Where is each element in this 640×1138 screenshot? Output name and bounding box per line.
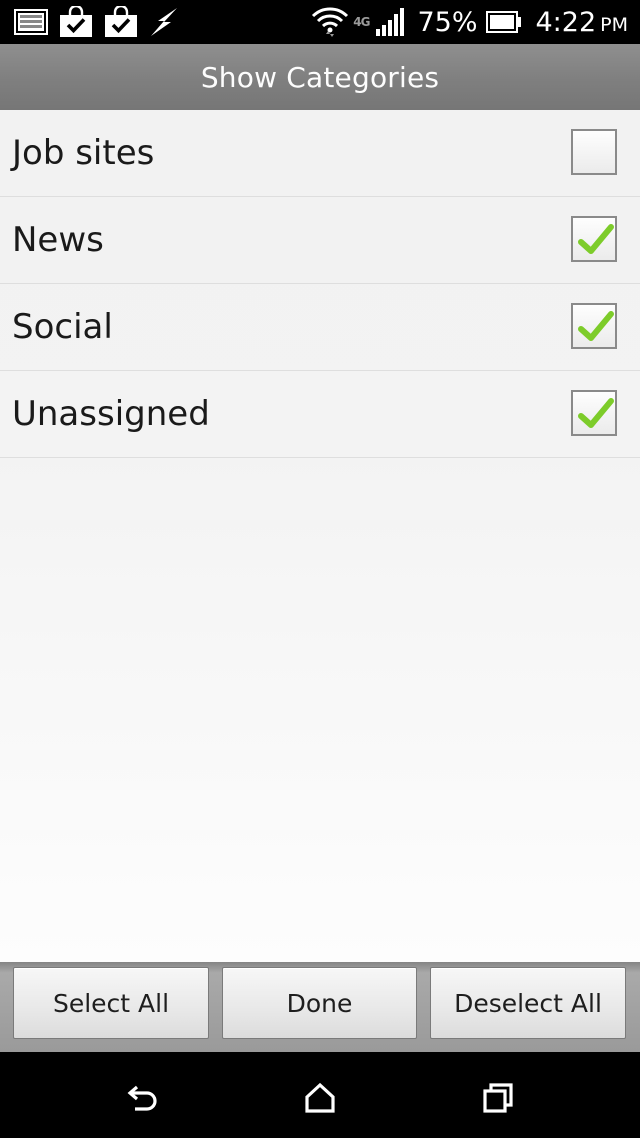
title-bar: Show Categories bbox=[0, 44, 640, 111]
category-label: News bbox=[12, 220, 104, 260]
clock-time: 4:22 bbox=[535, 6, 597, 38]
screen: 4G 75% 4:22 PM Show Categories Job sites… bbox=[0, 0, 640, 1138]
category-label: Social bbox=[12, 307, 113, 347]
checkmark-icon bbox=[578, 398, 614, 428]
battery-icon bbox=[485, 11, 521, 33]
battery-percent: 75% bbox=[417, 6, 478, 38]
wifi-icon bbox=[312, 7, 349, 37]
shopping-bag-check-icon bbox=[60, 6, 92, 37]
status-bar: 4G 75% 4:22 PM bbox=[0, 0, 640, 44]
network-type-label: 4G bbox=[353, 15, 370, 29]
category-label: Unassigned bbox=[12, 394, 210, 434]
notification-icons bbox=[14, 6, 179, 38]
button-bar: Select All Done Deselect All bbox=[0, 962, 640, 1052]
checkmark-icon bbox=[578, 311, 614, 341]
deselect-all-button[interactable]: Deselect All bbox=[430, 967, 626, 1039]
checkbox-news[interactable] bbox=[571, 216, 617, 262]
clock-ampm: PM bbox=[600, 13, 628, 36]
page-title: Show Categories bbox=[200, 60, 440, 94]
done-button[interactable]: Done bbox=[222, 967, 417, 1039]
back-icon[interactable] bbox=[123, 1078, 163, 1118]
category-row-job-sites[interactable]: Job sites bbox=[0, 110, 640, 197]
recent-apps-icon[interactable] bbox=[478, 1078, 518, 1118]
clock: 4:22 PM bbox=[536, 7, 629, 38]
checkmark-icon bbox=[578, 224, 614, 254]
category-row-social[interactable]: Social bbox=[0, 284, 640, 371]
home-icon[interactable] bbox=[300, 1078, 340, 1118]
checkbox-job-sites[interactable] bbox=[571, 129, 617, 175]
category-row-news[interactable]: News bbox=[0, 197, 640, 284]
signal-strength-icon bbox=[376, 8, 405, 36]
category-list: Job sites News Social Unassigned bbox=[0, 110, 640, 962]
checkbox-unassigned[interactable] bbox=[571, 390, 617, 436]
navigation-bar bbox=[0, 1052, 640, 1138]
category-row-unassigned[interactable]: Unassigned bbox=[0, 371, 640, 458]
checkbox-social[interactable] bbox=[571, 303, 617, 349]
category-label: Job sites bbox=[12, 133, 155, 173]
select-all-button[interactable]: Select All bbox=[13, 967, 209, 1039]
usb-charging-icon bbox=[151, 8, 177, 36]
shopping-bag-check-icon bbox=[105, 6, 137, 37]
gallery-icon bbox=[14, 9, 48, 35]
system-status-icons: 4G 75% 4:22 PM bbox=[311, 4, 628, 40]
